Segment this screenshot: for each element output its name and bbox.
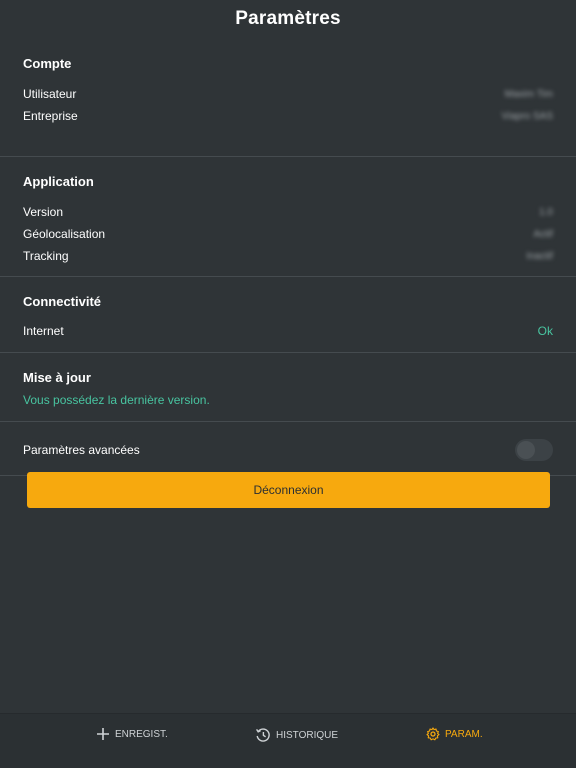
app-row-version: Version 1.0: [23, 201, 553, 223]
history-icon: [256, 728, 270, 742]
row-label: Tracking: [23, 249, 69, 263]
row-value-blurred: Maxim Tim: [504, 88, 553, 100]
row-label: Version: [23, 205, 64, 219]
account-row-company: Entreprise Viapro SAS: [23, 105, 553, 127]
row-label: Géolocalisation: [23, 227, 106, 241]
update-section: Mise à jour Vous possédez la dernière ve…: [0, 353, 576, 422]
row-label: Internet: [23, 324, 64, 338]
row-value-blurred: Inactif: [526, 250, 553, 262]
advanced-section: Paramètres avancées: [0, 422, 576, 476]
gear-icon: [426, 727, 440, 741]
row-value-blurred: 1.0: [539, 206, 553, 218]
page-header: Paramètres: [0, 0, 576, 38]
bottom-tab-bar: ENREGIST. HISTORIQUE PARAM.: [0, 713, 576, 768]
tab-settings[interactable]: PARAM.: [426, 727, 483, 741]
tab-label: ENREGIST.: [115, 728, 168, 740]
account-section: Compte Utilisateur Maxim Tim Entreprise …: [0, 38, 576, 157]
update-message: Vous possédez la dernière version.: [23, 393, 210, 407]
section-title-connectivity: Connectivité: [23, 294, 102, 309]
page-title: Paramètres: [235, 8, 341, 29]
advanced-row: Paramètres avancées: [23, 437, 553, 462]
logout-button[interactable]: Déconnexion: [27, 472, 550, 508]
app-row-tracking: Tracking Inactif: [23, 245, 553, 267]
tab-history[interactable]: HISTORIQUE: [255, 727, 338, 743]
tab-record[interactable]: ENREGIST.: [96, 727, 168, 741]
row-value-blurred: Viapro SAS: [501, 110, 553, 122]
row-value-blurred: Actif: [533, 228, 553, 240]
tab-label: PARAM.: [445, 728, 483, 740]
application-section: Application Version 1.0 Géolocalisation …: [0, 157, 576, 277]
advanced-settings-toggle[interactable]: [515, 438, 553, 461]
connectivity-section: Connectivité Internet Ok: [0, 277, 576, 353]
section-title-application: Application: [23, 174, 94, 189]
row-label: Utilisateur: [23, 87, 77, 101]
row-label: Entreprise: [23, 109, 78, 123]
app-row-geolocation: Géolocalisation Actif: [23, 223, 553, 245]
section-title-account: Compte: [23, 56, 72, 71]
account-row-user: Utilisateur Maxim Tim: [23, 83, 553, 105]
plus-icon: [97, 728, 109, 740]
connectivity-row-internet: Internet Ok: [23, 320, 553, 342]
toggle-knob: [517, 440, 535, 459]
advanced-settings-label: Paramètres avancées: [23, 442, 140, 457]
section-title-update: Mise à jour: [23, 370, 91, 385]
tab-label: HISTORIQUE: [276, 729, 339, 741]
internet-status: Ok: [537, 324, 553, 338]
